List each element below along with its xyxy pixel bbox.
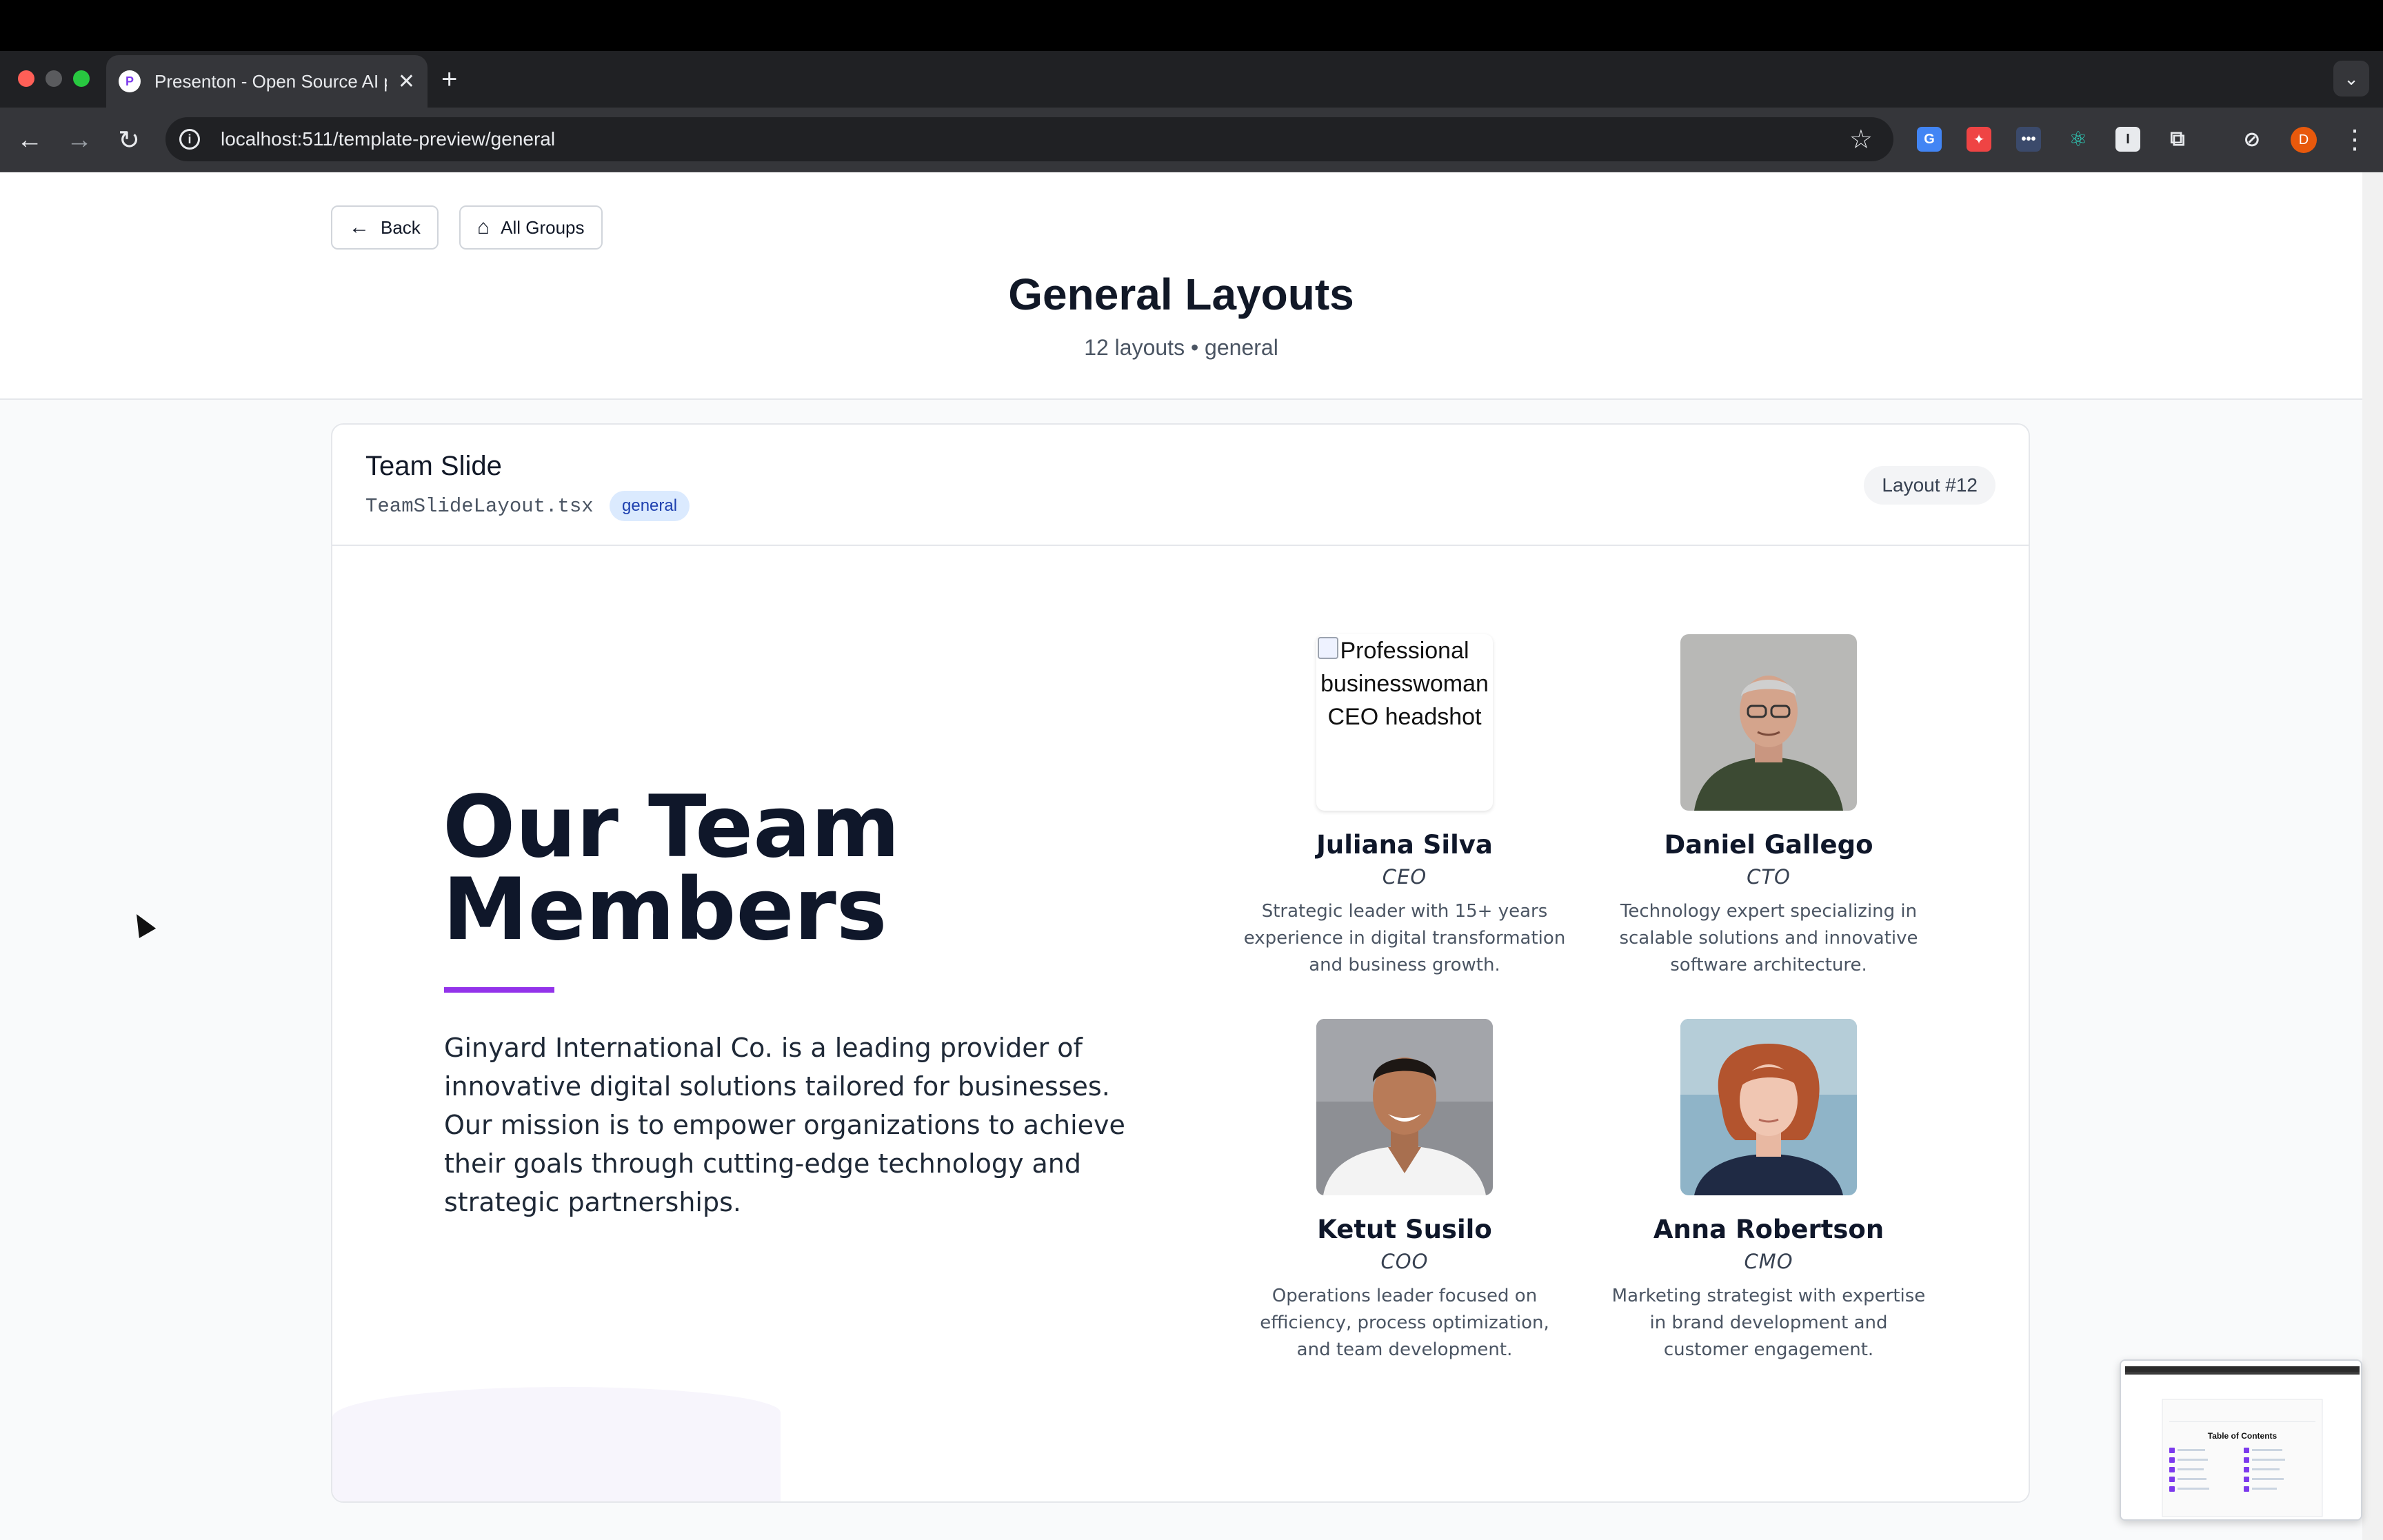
team-member-card: Anna Robertson CMO Marketing strategist … (1607, 1019, 1931, 1364)
team-member-card: Professional businesswoman CEO headshot … (1243, 634, 1567, 979)
layout-number-badge: Layout #12 (1864, 466, 1995, 505)
member-role: COO (1380, 1250, 1429, 1273)
back-button[interactable]: ← Back (331, 205, 439, 250)
extensions-puzzle-icon[interactable]: ⧉ (2165, 127, 2190, 152)
team-member-card: Daniel Gallego CTO Technology expert spe… (1607, 634, 1931, 979)
profile-avatar[interactable]: D (2291, 127, 2317, 153)
layout-group-badge: general (610, 491, 690, 521)
back-button-label: Back (381, 216, 421, 238)
screen-top-bar (0, 0, 2383, 51)
close-tab-icon[interactable]: ✕ (398, 70, 415, 94)
member-photo (1680, 634, 1857, 811)
layout-filename: TeamSlideLayout.tsx (365, 495, 594, 518)
all-groups-button-label: All Groups (501, 216, 585, 238)
page-subtitle: 12 layouts • general (1084, 335, 1278, 360)
forward-arrow-icon[interactable]: → (62, 123, 97, 157)
layout-card-header: Team Slide TeamSlideLayout.tsx general L… (332, 425, 2029, 546)
url-text: localhost:511/template-preview/general (221, 128, 556, 150)
member-photo (1680, 1019, 1857, 1195)
slide-title: Our Team Members (443, 778, 901, 960)
text-extension-icon[interactable]: I (2115, 127, 2140, 152)
member-role: CEO (1382, 865, 1427, 889)
member-name: Juliana Silva (1316, 830, 1493, 860)
password-extension-icon[interactable]: ••• (2016, 127, 2041, 152)
broken-image-placeholder: Professional businesswoman CEO headshot (1316, 634, 1493, 811)
layout-name: Team Slide (365, 451, 502, 481)
member-description: Operations leader focused on efficiency,… (1260, 1286, 1549, 1360)
window-close-icon[interactable] (18, 70, 34, 87)
broken-image-icon (1318, 637, 1338, 659)
performance-extension-icon[interactable]: ⊘ (2240, 127, 2264, 152)
page-title: General Layouts (1008, 270, 1354, 319)
slide-description: Ginyard International Co. is a leading p… (444, 1033, 1125, 1217)
all-groups-button[interactable]: ⌂ All Groups (459, 205, 603, 250)
react-devtools-extension-icon[interactable]: ⚛ (2066, 127, 2091, 152)
home-icon: ⌂ (477, 216, 490, 239)
member-description: Strategic leader with 15+ years experien… (1243, 901, 1566, 975)
decorative-wave (332, 1387, 781, 1501)
title-accent-bar (444, 987, 554, 993)
back-arrow-icon[interactable]: ← (12, 123, 47, 157)
browser-menu-icon[interactable]: ⋮ (2342, 124, 2368, 155)
tab-search-chevron-icon[interactable]: ⌄ (2333, 61, 2369, 97)
google-translate-extension-icon[interactable]: G (1917, 127, 1942, 152)
team-slide-preview: Our Team Members Ginyard International C… (332, 546, 2029, 1501)
reload-icon[interactable]: ↻ (112, 123, 146, 157)
window-minimize-icon[interactable] (46, 70, 62, 87)
new-tab-icon[interactable]: + (441, 62, 457, 97)
window-maximize-icon[interactable] (73, 70, 90, 87)
thumbnail-title: Table of Contents (2207, 1431, 2278, 1441)
member-role: CMO (1744, 1250, 1793, 1273)
site-info-icon[interactable]: i (179, 129, 200, 150)
member-role: CTO (1747, 865, 1791, 889)
mouse-cursor-icon (128, 909, 157, 938)
member-name: Ketut Susilo (1317, 1215, 1492, 1244)
member-photo (1316, 1019, 1493, 1195)
page-scrollbar[interactable] (2362, 172, 2383, 1540)
team-member-card: Ketut Susilo COO Operations leader focus… (1243, 1019, 1567, 1364)
bookmark-star-icon[interactable]: ☆ (1849, 124, 1873, 155)
presenton-favicon-icon: P (119, 70, 141, 92)
arrow-left-icon: ← (349, 216, 370, 239)
slide-thumbnail-preview[interactable]: Table of Contents (2120, 1359, 2362, 1521)
rocket-extension-icon[interactable]: ✦ (1967, 127, 1991, 152)
member-name: Daniel Gallego (1664, 830, 1873, 860)
address-bar[interactable]: i localhost:511/template-preview/general… (165, 117, 1893, 161)
layout-preview-card: Team Slide TeamSlideLayout.tsx general L… (331, 423, 2030, 1503)
member-name: Anna Robertson (1653, 1215, 1884, 1244)
tab-title: Presenton - Open Source AI p (154, 70, 387, 92)
image-alt-text: Professional businesswoman CEO headshot (1320, 638, 1489, 730)
member-description: Marketing strategist with expertise in b… (1611, 1286, 1926, 1360)
browser-tab[interactable]: P Presenton - Open Source AI p ✕ (106, 55, 428, 108)
member-description: Technology expert specializing in scalab… (1619, 901, 1918, 975)
